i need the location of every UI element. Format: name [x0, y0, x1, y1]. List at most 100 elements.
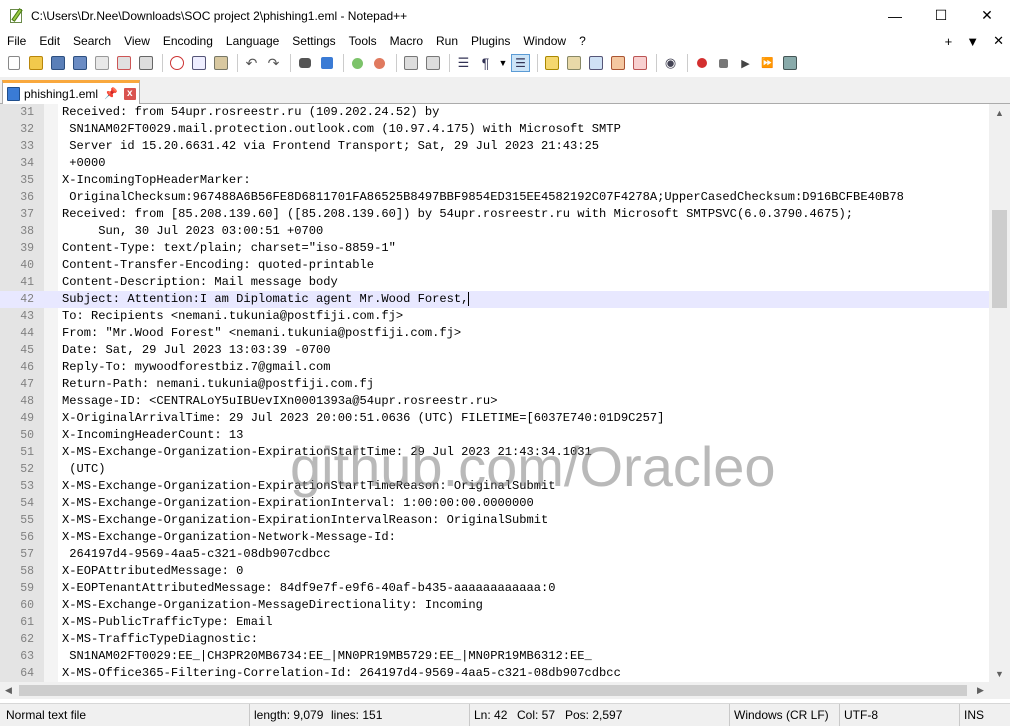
line-text[interactable]: X-MS-PublicTrafficType: Email	[62, 614, 272, 631]
menu-plugins[interactable]: Plugins	[464, 31, 516, 51]
line-text[interactable]: Received: from 54upr.rosreestr.ru (109.2…	[62, 104, 439, 121]
menu-run[interactable]: Run	[429, 31, 464, 51]
editor-line[interactable]: 63 SN1NAM02FT0029:EE_|CH3PR20MB6734:EE_|…	[0, 648, 989, 665]
cut-icon[interactable]	[167, 54, 186, 72]
menu-language[interactable]: Language	[219, 31, 285, 51]
editor-line[interactable]: 50 X-IncomingHeaderCount: 13	[0, 427, 989, 444]
line-text[interactable]: X-MS-Office365-Filtering-Correlation-Id:…	[62, 665, 621, 682]
status-encoding[interactable]: UTF-8	[839, 704, 878, 726]
save-icon[interactable]	[48, 54, 67, 72]
close-all-icon[interactable]	[114, 54, 133, 72]
line-text[interactable]: X-MS-Exchange-Organization-Network-Messa…	[62, 529, 396, 546]
minimize-button[interactable]: —	[872, 0, 918, 31]
panel-icon[interactable]	[630, 54, 649, 72]
print-icon[interactable]	[136, 54, 155, 72]
editor-line[interactable]: 46 Reply-To: mywoodforestbiz.7@gmail.com	[0, 359, 989, 376]
editor-line[interactable]: 32 SN1NAM02FT0029.mail.protection.outloo…	[0, 121, 989, 138]
line-text[interactable]: OriginalChecksum:967488A6B56FE8D6811701F…	[62, 189, 904, 206]
sync-vertical-icon[interactable]	[401, 54, 420, 72]
undo-icon[interactable]: ↶	[242, 54, 261, 72]
chevron-down-icon[interactable]: ▼	[498, 54, 508, 72]
editor-line[interactable]: 47 Return-Path: nemani.tukunia@postfiji.c…	[0, 376, 989, 393]
tab-close-icon[interactable]: x	[123, 87, 136, 100]
menu-encoding[interactable]: Encoding	[156, 31, 219, 51]
stop-macro-icon[interactable]	[714, 54, 733, 72]
user-language-icon[interactable]	[542, 54, 561, 72]
editor-line[interactable]: 43 To: Recipients <nemani.tukunia@postfij…	[0, 308, 989, 325]
editor-line[interactable]: 56 X-MS-Exchange-Organization-Network-Mes…	[0, 529, 989, 546]
line-text[interactable]: X-MS-Exchange-Organization-ExpirationInt…	[62, 495, 534, 512]
editor-line[interactable]: 41 Content-Description: Mail message body	[0, 274, 989, 291]
editor-line[interactable]: 55 X-MS-Exchange-Organization-ExpirationI…	[0, 512, 989, 529]
line-text[interactable]: Content-Type: text/plain; charset="iso-8…	[62, 240, 396, 257]
line-text[interactable]: Message-ID: <CENTRALoY5uIBUevIXn0001393a…	[62, 393, 497, 410]
editor-line[interactable]: 59 X-EOPTenantAttributedMessage: 84df9e7f…	[0, 580, 989, 597]
editor-line[interactable]: 44 From: "Mr.Wood Forest" <nemani.tukunia…	[0, 325, 989, 342]
new-file-icon[interactable]	[4, 54, 23, 72]
copy-icon[interactable]	[189, 54, 208, 72]
menu-window[interactable]: Window	[516, 31, 572, 51]
paste-icon[interactable]	[211, 54, 230, 72]
scroll-right-icon[interactable]: ▶	[972, 682, 989, 699]
horizontal-scrollbar[interactable]: ◀ ▶	[0, 682, 989, 699]
editor-line[interactable]: 35 X-IncomingTopHeaderMarker:	[0, 172, 989, 189]
tab-phishing1-eml[interactable]: phishing1.eml 📌 x	[2, 80, 140, 104]
save-all-icon[interactable]	[70, 54, 89, 72]
function-list-icon[interactable]	[586, 54, 605, 72]
editor-line[interactable]: 49 X-OriginalArrivalTime: 29 Jul 2023 20:…	[0, 410, 989, 427]
editor-line[interactable]: 37 Received: from [85.208.139.60] ([85.20…	[0, 206, 989, 223]
editor-area[interactable]: 31 Received: from 54upr.rosreestr.ru (109…	[0, 104, 1010, 682]
redo-icon[interactable]: ↷	[264, 54, 283, 72]
editor-line[interactable]: 51 X-MS-Exchange-Organization-ExpirationS…	[0, 444, 989, 461]
editor-line[interactable]: 64 X-MS-Office365-Filtering-Correlation-I…	[0, 665, 989, 682]
word-wrap-icon[interactable]: ☰	[454, 54, 473, 72]
editor-line[interactable]: 53 X-MS-Exchange-Organization-ExpirationS…	[0, 478, 989, 495]
tab-list-button[interactable]: ▼	[966, 34, 979, 49]
line-text[interactable]: Return-Path: nemani.tukunia@postfiji.com…	[62, 376, 374, 393]
editor-line[interactable]: 40 Content-Transfer-Encoding: quoted-prin…	[0, 257, 989, 274]
folder-workspace-icon[interactable]	[608, 54, 627, 72]
editor-line[interactable]: 61 X-MS-PublicTrafficType: Email	[0, 614, 989, 631]
line-text[interactable]: X-MS-Exchange-Organization-ExpirationSta…	[62, 444, 592, 461]
editor-line[interactable]: 36 OriginalChecksum:967488A6B56FE8D68117…	[0, 189, 989, 206]
vertical-scroll-thumb[interactable]	[992, 210, 1007, 308]
menu-view[interactable]: View	[117, 31, 156, 51]
line-text[interactable]: X-MS-Exchange-Organization-ExpirationInt…	[62, 512, 548, 529]
line-text[interactable]: Server id 15.20.6631.42 via Frontend Tra…	[62, 138, 599, 155]
line-text[interactable]: Date: Sat, 29 Jul 2023 13:03:39 -0700	[62, 342, 331, 359]
line-text[interactable]: To: Recipients <nemani.tukunia@postfiji.…	[62, 308, 403, 325]
line-text[interactable]: From: "Mr.Wood Forest" <nemani.tukunia@p…	[62, 325, 461, 342]
line-text[interactable]: X-EOPAttributedMessage: 0	[62, 563, 243, 580]
pin-icon[interactable]: 📌	[104, 87, 118, 100]
show-all-characters-icon[interactable]: ¶	[476, 54, 495, 72]
line-text[interactable]: Content-Description: Mail message body	[62, 274, 338, 291]
editor-line[interactable]: 45 Date: Sat, 29 Jul 2023 13:03:39 -0700	[0, 342, 989, 359]
find-icon[interactable]	[295, 54, 314, 72]
editor-line[interactable]: 33 Server id 15.20.6631.42 via Frontend …	[0, 138, 989, 155]
replace-icon[interactable]	[317, 54, 336, 72]
line-text[interactable]: SN1NAM02FT0029.mail.protection.outlook.c…	[62, 121, 621, 138]
editor-line[interactable]: 48 Message-ID: <CENTRALoY5uIBUevIXn000139…	[0, 393, 989, 410]
close-icon[interactable]	[92, 54, 111, 72]
monitoring-eye-icon[interactable]: ◉	[661, 54, 680, 72]
line-text[interactable]: X-MS-Exchange-Organization-ExpirationSta…	[62, 478, 556, 495]
editor-line[interactable]: 38 Sun, 30 Jul 2023 03:00:51 +0700	[0, 223, 989, 240]
menu-file[interactable]: File	[0, 31, 32, 51]
line-text[interactable]: X-IncomingTopHeaderMarker:	[62, 172, 251, 189]
vertical-scrollbar[interactable]: ▲ ▼	[989, 104, 1010, 682]
close-window-button[interactable]: ✕	[964, 0, 1010, 31]
line-text[interactable]: SN1NAM02FT0029:EE_|CH3PR20MB6734:EE_|MN0…	[62, 648, 592, 665]
menu-macro[interactable]: Macro	[383, 31, 429, 51]
menu-tools[interactable]: Tools	[342, 31, 383, 51]
editor-line[interactable]: 34 +0000	[0, 155, 989, 172]
zoom-in-icon[interactable]	[348, 54, 367, 72]
line-text[interactable]: X-EOPTenantAttributedMessage: 84df9e7f-e…	[62, 580, 556, 597]
line-text[interactable]: X-OriginalArrivalTime: 29 Jul 2023 20:00…	[62, 410, 664, 427]
scroll-left-icon[interactable]: ◀	[0, 682, 17, 699]
editor-line[interactable]: 57 264197d4-9569-4aa5-c321-08db907cdbcc	[0, 546, 989, 563]
scroll-up-icon[interactable]: ▲	[989, 104, 1010, 121]
maximize-button[interactable]: ☐	[918, 0, 964, 31]
editor-line[interactable]: 52 (UTC)	[0, 461, 989, 478]
line-text[interactable]: (UTC)	[62, 461, 105, 478]
record-macro-icon[interactable]	[692, 54, 711, 72]
